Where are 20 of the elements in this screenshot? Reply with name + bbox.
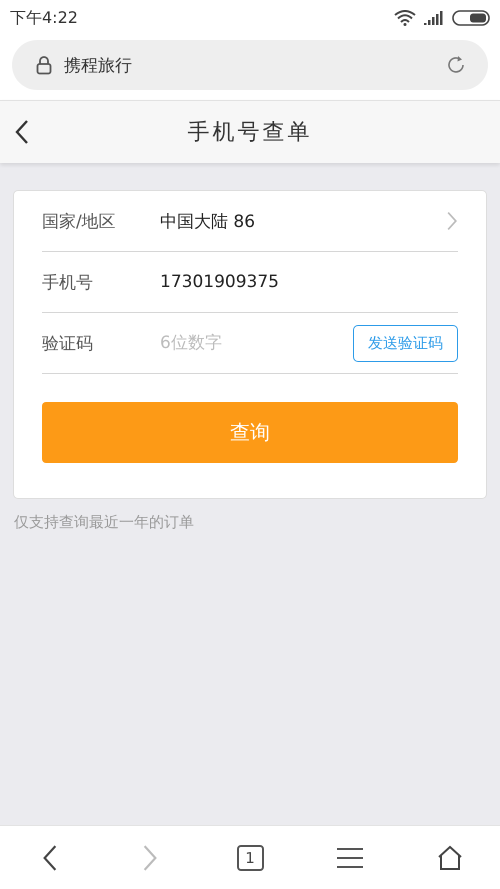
field-label: 手机号 (42, 272, 94, 294)
field-label: 国家/地区 (42, 210, 117, 232)
menu-icon[interactable] (337, 846, 363, 868)
home-icon[interactable] (437, 844, 463, 870)
battery-icon (452, 10, 490, 26)
status-time: 下午4:22 (10, 8, 78, 28)
page-title: 手机号查单 (188, 119, 312, 147)
tabs-button[interactable]: 1 (236, 844, 264, 870)
wifi-icon (394, 10, 416, 26)
address-bar[interactable]: 携程旅行 (12, 40, 488, 90)
region-select[interactable]: 国家/地区 中国大陆 86 (42, 191, 458, 252)
reload-icon[interactable] (446, 55, 466, 75)
lock-icon (36, 55, 52, 75)
chevron-right-icon (446, 211, 458, 231)
back-nav-button[interactable] (42, 844, 58, 872)
field-value: 中国大陆 86 (160, 210, 256, 232)
field-label: 验证码 (42, 332, 94, 354)
note-text: 仅支持查询最近一年的订单 (14, 513, 195, 532)
site-name: 携程旅行 (64, 54, 133, 76)
signal-icon (424, 11, 444, 25)
